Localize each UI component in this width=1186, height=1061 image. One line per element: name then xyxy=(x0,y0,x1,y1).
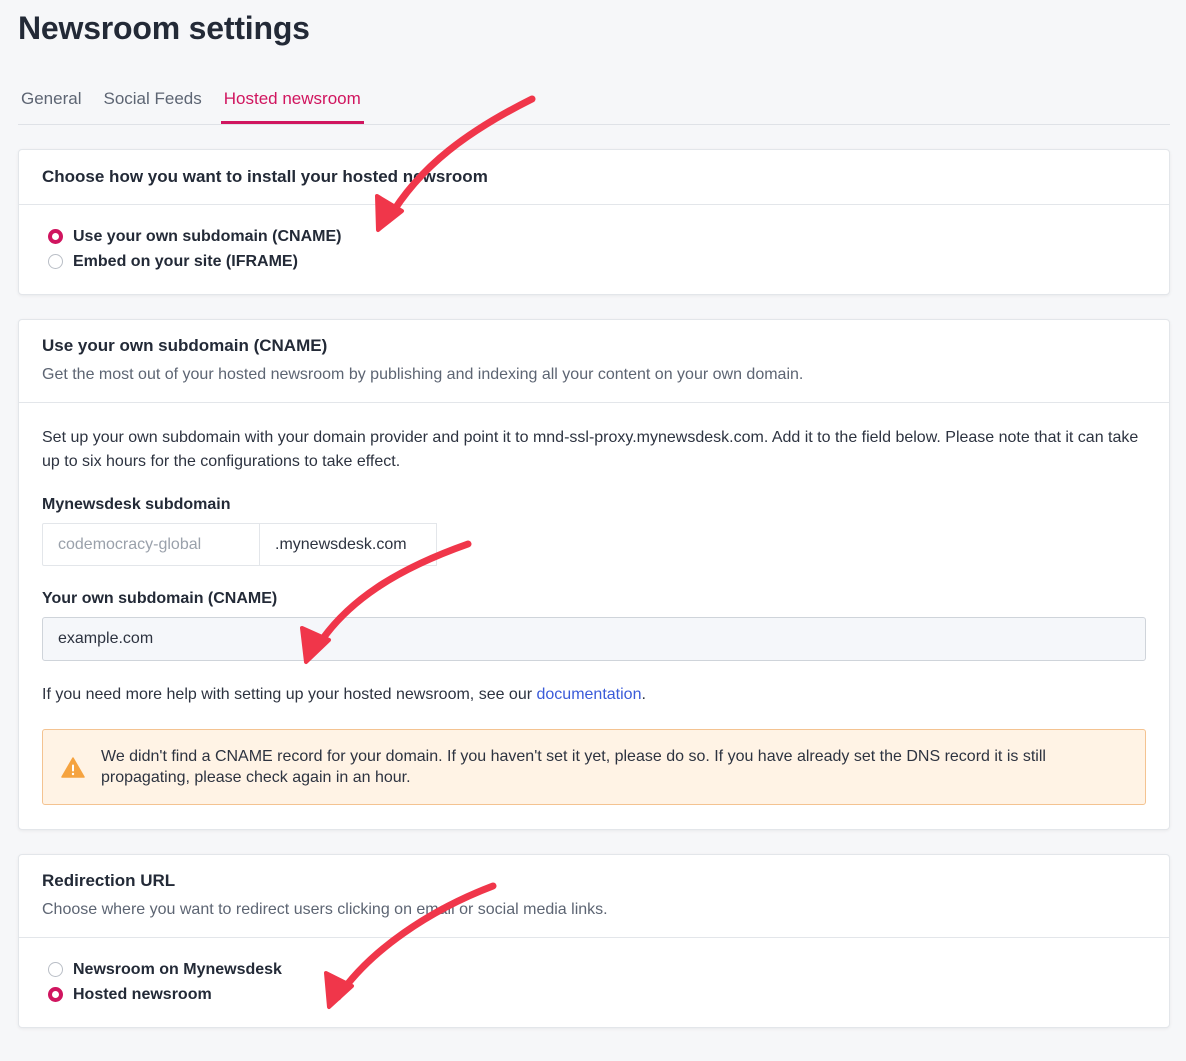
cname-card-header: Use your own subdomain (CNAME) Get the m… xyxy=(19,320,1169,403)
redirect-card-title: Redirection URL xyxy=(42,871,176,890)
help-text-prefix: If you need more help with setting up yo… xyxy=(42,686,537,703)
radio-option-hosted[interactable]: Hosted newsroom xyxy=(48,982,1146,1007)
radio-label: Use your own subdomain (CNAME) xyxy=(73,227,342,245)
radio-checked-icon[interactable] xyxy=(48,987,63,1002)
own-subdomain-input[interactable]: example.com xyxy=(42,617,1146,661)
install-method-title: Choose how you want to install your host… xyxy=(42,167,488,186)
radio-unchecked-icon[interactable] xyxy=(48,962,63,977)
warning-icon xyxy=(61,757,85,778)
install-method-options: Use your own subdomain (CNAME) Embed on … xyxy=(19,205,1169,294)
cname-card-subtitle: Get the most out of your hosted newsroom… xyxy=(42,366,804,383)
redirect-card-subtitle: Choose where you want to redirect users … xyxy=(42,901,608,918)
radio-label: Embed on your site (IFRAME) xyxy=(73,252,298,270)
cname-card: Use your own subdomain (CNAME) Get the m… xyxy=(18,319,1170,830)
help-text: If you need more help with setting up yo… xyxy=(42,686,1146,704)
radio-label: Hosted newsroom xyxy=(73,985,212,1003)
cname-warning-alert: We didn't find a CNAME record for your d… xyxy=(42,729,1146,805)
tab-general[interactable]: General xyxy=(18,89,84,124)
documentation-link[interactable]: documentation xyxy=(537,686,642,703)
page-title: Newsroom settings xyxy=(18,10,310,46)
help-text-suffix: . xyxy=(641,686,646,703)
radio-unchecked-icon[interactable] xyxy=(48,254,63,269)
tab-bar: General Social Feeds Hosted newsroom xyxy=(18,70,1170,125)
radio-option-cname[interactable]: Use your own subdomain (CNAME) xyxy=(48,224,1146,249)
own-subdomain-label: Your own subdomain (CNAME) xyxy=(42,590,278,607)
mynewsdesk-subdomain-input[interactable]: codemocracy-global xyxy=(42,523,260,566)
mynewsdesk-subdomain-label: Mynewsdesk subdomain xyxy=(42,496,231,513)
radio-checked-icon[interactable] xyxy=(48,229,63,244)
cname-card-title: Use your own subdomain (CNAME) xyxy=(42,336,328,355)
cname-card-body: Set up your own subdomain with your doma… xyxy=(19,403,1169,829)
redirect-card-header: Redirection URL Choose where you want to… xyxy=(19,855,1169,938)
tab-social-feeds[interactable]: Social Feeds xyxy=(100,89,204,124)
radio-option-mynewsdesk[interactable]: Newsroom on Mynewsdesk xyxy=(48,957,1146,982)
warning-text: We didn't find a CNAME record for your d… xyxy=(101,748,1046,786)
radio-label: Newsroom on Mynewsdesk xyxy=(73,960,282,978)
redirect-card: Redirection URL Choose where you want to… xyxy=(18,854,1170,1028)
mynewsdesk-domain-suffix: .mynewsdesk.com xyxy=(260,523,437,566)
mynewsdesk-subdomain-field: codemocracy-global .mynewsdesk.com xyxy=(42,523,1146,566)
cname-instructions: Set up your own subdomain with your doma… xyxy=(42,429,1139,470)
tab-hosted-newsroom[interactable]: Hosted newsroom xyxy=(220,89,364,124)
install-method-card: Choose how you want to install your host… xyxy=(18,149,1170,295)
redirect-options: Newsroom on Mynewsdesk Hosted newsroom xyxy=(19,938,1169,1027)
radio-option-iframe[interactable]: Embed on your site (IFRAME) xyxy=(48,249,1146,274)
install-method-header: Choose how you want to install your host… xyxy=(19,150,1169,205)
